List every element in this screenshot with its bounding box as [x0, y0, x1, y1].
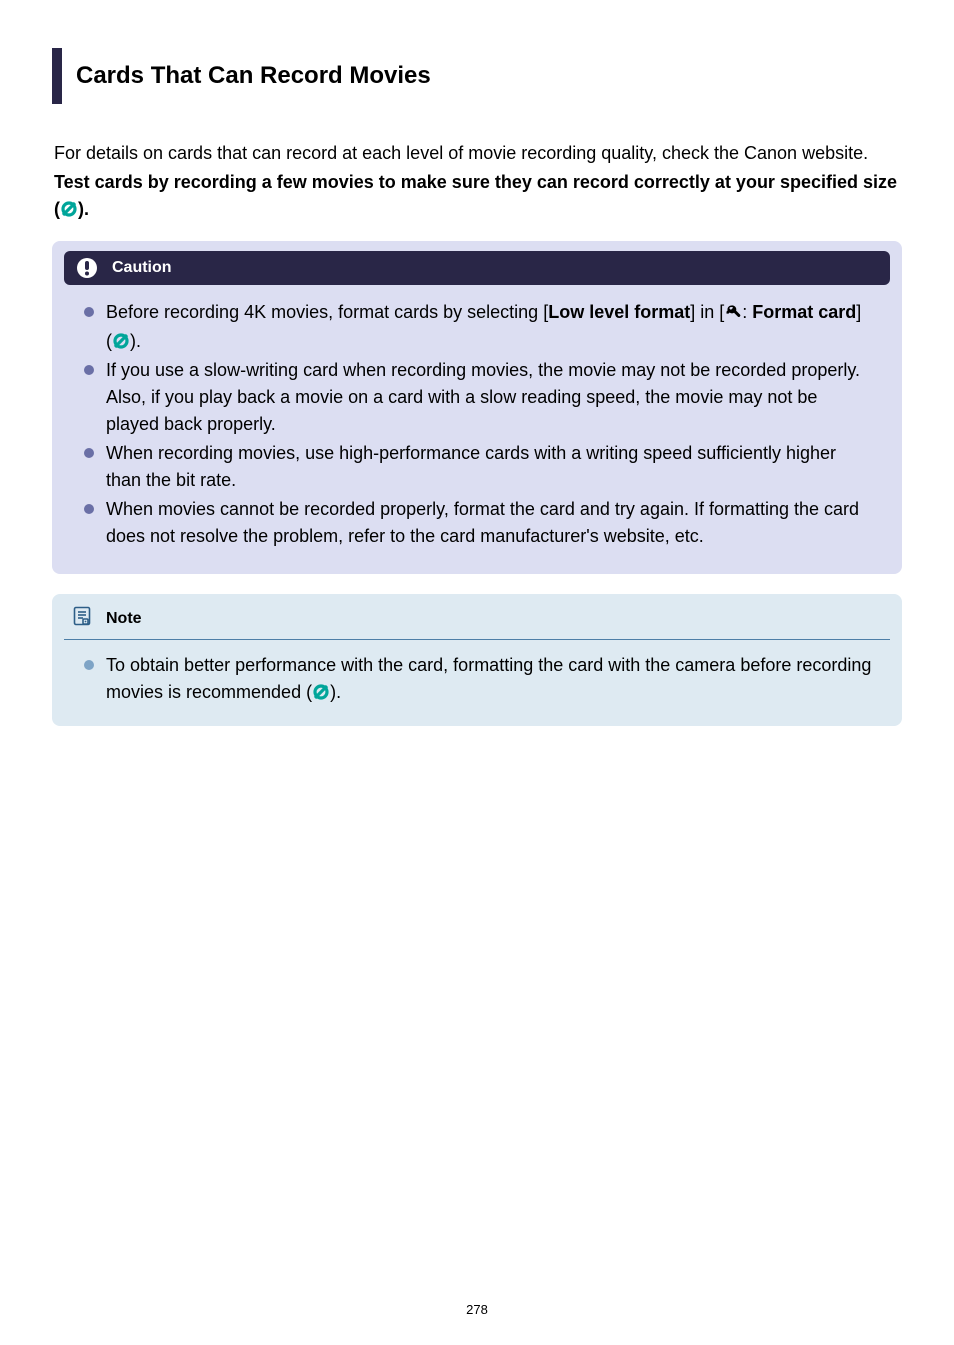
note-label: Note — [106, 610, 142, 628]
intro-bold-paragraph: Test cards by recording a few movies to … — [54, 169, 900, 223]
section-title-block: Cards That Can Record Movies — [52, 48, 902, 104]
link-icon[interactable] — [313, 684, 329, 700]
note-icon — [72, 606, 92, 631]
link-icon[interactable] — [113, 333, 129, 349]
caution-item-bold: Format card — [752, 302, 856, 322]
intro-paragraph: For details on cards that can record at … — [54, 140, 900, 167]
wrench-icon — [725, 301, 741, 328]
intro-bold-pre: Test cards by recording a few movies to … — [54, 172, 897, 219]
link-icon[interactable] — [61, 201, 77, 217]
note-body: To obtain better performance with the ca… — [64, 652, 890, 706]
caution-item-text: When recording movies, use high-performa… — [106, 443, 836, 490]
caution-label: Caution — [112, 259, 172, 277]
note-header: Note — [64, 604, 890, 640]
caution-item-bold: Low level format — [548, 302, 690, 322]
caution-item: Before recording 4K movies, format cards… — [106, 299, 872, 355]
note-box: Note To obtain better performance with t… — [52, 594, 902, 726]
caution-item-text: : — [742, 302, 752, 322]
caution-item: When recording movies, use high-performa… — [106, 440, 872, 494]
page-title: Cards That Can Record Movies — [76, 62, 902, 90]
caution-header: Caution — [64, 251, 890, 285]
caution-item-text: When movies cannot be recorded properly,… — [106, 499, 859, 546]
caution-icon — [76, 257, 98, 279]
caution-item-text: If you use a slow-writing card when reco… — [106, 360, 860, 434]
caution-item: When movies cannot be recorded properly,… — [106, 496, 872, 550]
intro-bold-post: ). — [78, 199, 89, 219]
caution-item-text: ] in [ — [690, 302, 724, 322]
caution-item-text: Before recording 4K movies, format cards… — [106, 302, 548, 322]
caution-body: Before recording 4K movies, format cards… — [64, 299, 890, 550]
note-item: To obtain better performance with the ca… — [106, 652, 872, 706]
caution-box: Caution Before recording 4K movies, form… — [52, 241, 902, 574]
caution-item: If you use a slow-writing card when reco… — [106, 357, 872, 438]
note-item-text: To obtain better performance with the ca… — [106, 655, 871, 702]
note-item-text: ). — [330, 682, 341, 702]
page-number: 278 — [0, 1302, 954, 1317]
caution-item-text: ). — [130, 331, 141, 351]
